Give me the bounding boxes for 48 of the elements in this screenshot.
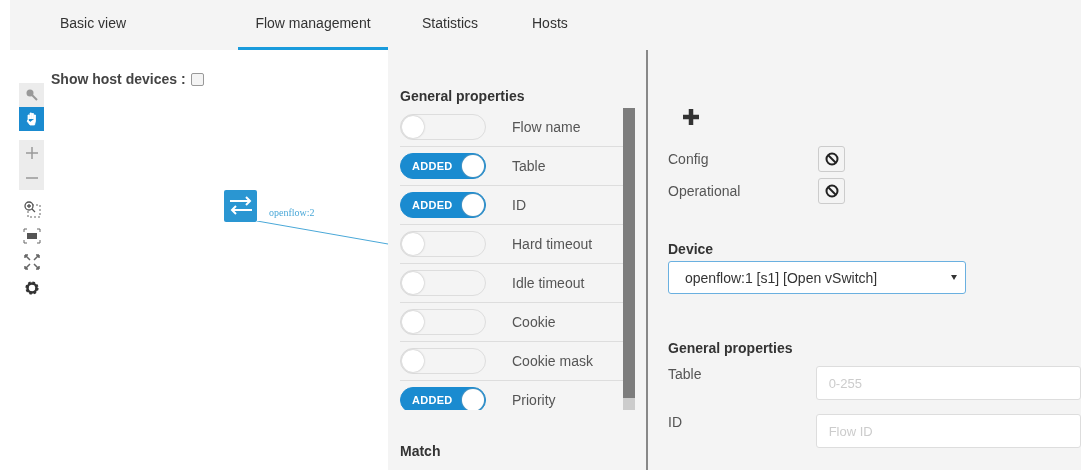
property-label: Idle timeout — [512, 275, 585, 291]
section-title: General properties — [400, 88, 526, 106]
toggle-switch[interactable] — [400, 309, 486, 335]
plus-icon — [25, 146, 38, 159]
show-hosts-label: Show host devices : — [51, 71, 186, 87]
pointer-icon — [24, 88, 39, 102]
toggle-switch[interactable]: ADDED — [400, 387, 486, 410]
prohibit-icon — [824, 184, 839, 198]
field-label: Table — [668, 366, 703, 382]
node-label: openflow:2 — [269, 207, 315, 218]
prohibit-icon — [824, 152, 839, 166]
add-icon[interactable] — [681, 107, 701, 127]
section-title: General properties — [668, 340, 794, 356]
store-label: Config — [668, 151, 710, 167]
switch-arrows-icon — [227, 195, 254, 217]
device-label: Device — [668, 241, 715, 257]
toggle-switch[interactable] — [400, 114, 486, 140]
toggle-switch[interactable]: ADDED — [400, 153, 486, 179]
disable-button[interactable] — [818, 178, 845, 204]
property-label: Cookie — [512, 314, 556, 330]
switch-node[interactable] — [224, 190, 257, 222]
device-select[interactable]: openflow:1 [s1] [Open vSwitch] — [668, 261, 966, 294]
tab[interactable]: Statistics — [422, 0, 478, 50]
scrollbar[interactable] — [623, 108, 635, 410]
property-label: Hard timeout — [512, 236, 593, 252]
zoom-area-icon[interactable] — [22, 200, 41, 218]
select-tool-button[interactable] — [19, 83, 44, 107]
show-hosts-checkbox[interactable] — [190, 72, 204, 86]
property-label: Priority — [512, 392, 556, 408]
store-label: Operational — [668, 183, 742, 199]
property-label: Flow name — [512, 119, 581, 135]
disable-button[interactable] — [818, 146, 845, 172]
tab[interactable]: Basic view — [60, 0, 127, 50]
caret-icon — [951, 275, 957, 280]
property-label: Table — [512, 158, 546, 174]
fit-screen-icon[interactable] — [22, 228, 41, 244]
tab[interactable]: Hosts — [532, 0, 568, 50]
toggle-switch[interactable] — [400, 348, 486, 374]
settings-icon[interactable] — [23, 280, 40, 296]
toggle-switch[interactable] — [400, 231, 486, 257]
expand-icon[interactable] — [23, 254, 40, 270]
toggle-switch[interactable] — [400, 270, 486, 296]
section-title: Match — [400, 443, 442, 461]
property-label: Cookie mask — [512, 353, 593, 369]
field-label: ID — [668, 414, 683, 430]
toggle-switch[interactable]: ADDED — [400, 192, 486, 218]
property-label: ID — [512, 197, 526, 213]
pan-tool-button[interactable] — [19, 107, 44, 131]
